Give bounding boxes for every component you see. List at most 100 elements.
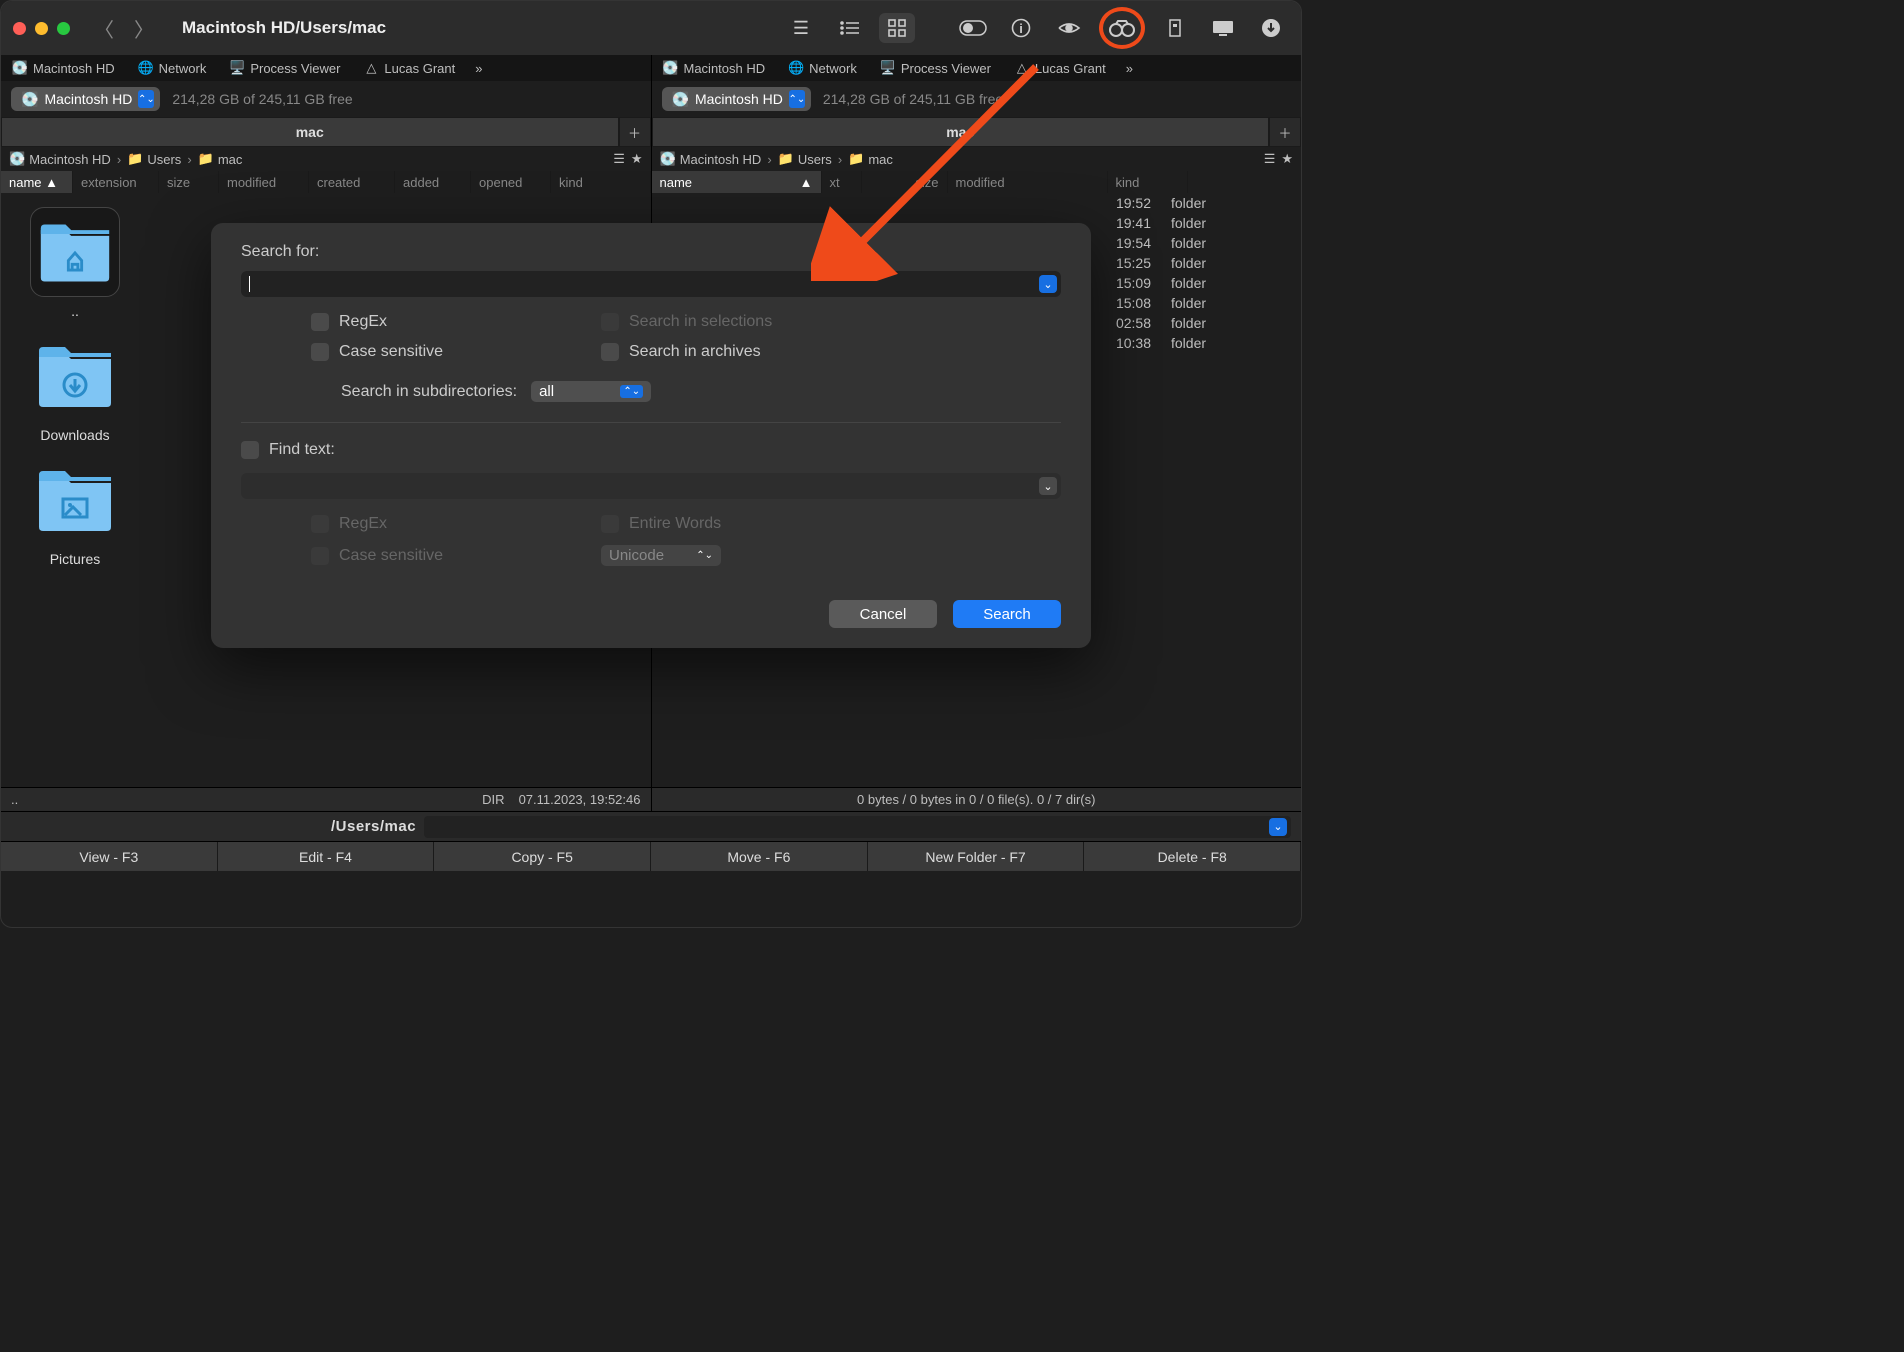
column-added[interactable]: added xyxy=(395,171,471,193)
breadcrumb-item[interactable]: 💽 Macintosh HD xyxy=(9,151,111,167)
regex-checkbox[interactable]: RegEx xyxy=(311,313,561,331)
find-text-input[interactable]: ⌄ xyxy=(241,473,1061,499)
case-sensitive-checkbox[interactable]: Case sensitive xyxy=(311,343,561,361)
table-row[interactable]: 19:52folder xyxy=(652,193,1302,213)
back-button[interactable]: 〈 xyxy=(94,14,114,43)
free-space-label: 214,28 GB of 245,11 GB free xyxy=(823,91,1003,107)
volume-selector[interactable]: 💽 Macintosh HD ⌃⌄ xyxy=(11,87,160,111)
close-window-button[interactable] xyxy=(13,22,26,35)
tab-macintosh-hd[interactable]: 💽 Macintosh HD xyxy=(1,55,127,81)
search-for-label: Search for: xyxy=(241,243,1061,261)
volume-selector[interactable]: 💽 Macintosh HD ⌃⌄ xyxy=(662,87,811,111)
search-selections-checkbox: Search in selections xyxy=(601,313,861,331)
path-input[interactable]: ⌄ xyxy=(424,816,1291,838)
forward-button[interactable]: 〉 xyxy=(134,14,154,43)
tabs-overflow-button[interactable]: » xyxy=(1118,61,1141,76)
case-sensitive-checkbox-2: Case sensitive xyxy=(311,545,561,566)
right-columns: name▲ xt size modified kind xyxy=(651,171,1302,193)
breadcrumb-item[interactable]: 📁 mac xyxy=(848,151,893,167)
column-created[interactable]: created xyxy=(309,171,395,193)
fkey-edit[interactable]: Edit - F4 xyxy=(218,842,435,871)
eye-icon[interactable] xyxy=(1051,13,1087,43)
column-kind[interactable]: kind xyxy=(1108,171,1188,193)
new-tab-button[interactable]: ＋ xyxy=(1269,117,1301,147)
entire-words-checkbox: Entire Words xyxy=(601,515,861,533)
chevron-down-icon[interactable]: ⌄ xyxy=(1269,818,1287,836)
star-icon[interactable]: ★ xyxy=(1281,151,1293,167)
right-tabs: 💽 Macintosh HD 🌐 Network 🖥️ Process View… xyxy=(651,55,1302,81)
status-left: .. DIR 07.11.2023, 19:52:46 xyxy=(1,788,651,811)
pictures-folder-icon xyxy=(30,455,120,545)
fkey-move[interactable]: Move - F6 xyxy=(651,842,868,871)
list-item[interactable]: Downloads xyxy=(15,331,135,443)
search-input[interactable]: ⌄ xyxy=(241,271,1061,297)
tab-process-viewer[interactable]: 🖥️ Process Viewer xyxy=(869,55,1003,81)
directory-header-button[interactable]: mac xyxy=(1,117,619,147)
list-view-icon[interactable] xyxy=(831,13,867,43)
traffic-lights xyxy=(13,22,70,35)
list-item[interactable]: .. xyxy=(15,207,135,319)
column-modified[interactable]: modified xyxy=(219,171,309,193)
hd-icon: 💽 xyxy=(13,61,27,75)
tab-process-viewer[interactable]: 🖥️ Process Viewer xyxy=(218,55,352,81)
search-binoculars-icon[interactable] xyxy=(1099,7,1145,49)
fkey-newfolder[interactable]: New Folder - F7 xyxy=(868,842,1085,871)
breadcrumb-item[interactable]: 💽 Macintosh HD xyxy=(660,151,762,167)
chevron-down-icon[interactable]: ⌄ xyxy=(1039,477,1057,495)
toggle-icon[interactable] xyxy=(955,13,991,43)
column-ext[interactable]: xt xyxy=(822,171,862,193)
archive-icon[interactable] xyxy=(1157,13,1193,43)
download-icon[interactable] xyxy=(1253,13,1289,43)
regex-checkbox-2: RegEx xyxy=(311,515,561,533)
tab-network[interactable]: 🌐 Network xyxy=(777,55,869,81)
column-opened[interactable]: opened xyxy=(471,171,551,193)
list-icon[interactable]: ☰ xyxy=(613,151,625,167)
tabs-overflow-button[interactable]: » xyxy=(467,61,490,76)
column-extension[interactable]: extension xyxy=(73,171,159,193)
process-icon: 🖥️ xyxy=(230,61,244,75)
cancel-button[interactable]: Cancel xyxy=(829,600,937,628)
breadcrumb-item[interactable]: 📁 Users xyxy=(127,151,181,167)
info-icon[interactable]: i xyxy=(1003,13,1039,43)
tab-lucas-grant[interactable]: △ Lucas Grant xyxy=(352,55,467,81)
tab-lucas-grant[interactable]: △ Lucas Grant xyxy=(1003,55,1118,81)
chevron-down-icon[interactable]: ⌄ xyxy=(1039,275,1057,293)
current-path-label: /Users/mac xyxy=(331,818,416,835)
new-tab-button[interactable]: ＋ xyxy=(619,117,651,147)
breadcrumb-item[interactable]: 📁 Users xyxy=(778,151,832,167)
list-icon[interactable]: ☰ xyxy=(1264,151,1276,167)
hd-icon: 💽 xyxy=(664,61,678,75)
maximize-window-button[interactable] xyxy=(57,22,70,35)
hamburger-icon[interactable]: ☰ xyxy=(783,13,819,43)
search-archives-checkbox[interactable]: Search in archives xyxy=(601,343,861,361)
monitor-icon[interactable] xyxy=(1205,13,1241,43)
minimize-window-button[interactable] xyxy=(35,22,48,35)
column-kind[interactable]: kind xyxy=(551,171,651,193)
breadcrumb-item[interactable]: 📁 mac xyxy=(198,151,243,167)
column-name[interactable]: name▲ xyxy=(652,171,822,193)
find-text-checkbox[interactable]: Find text: xyxy=(241,441,1061,459)
network-icon: 🌐 xyxy=(789,61,803,75)
column-name[interactable]: name ▲ xyxy=(1,171,73,193)
breadcrumb: 💽 Macintosh HD › 📁 Users › 📁 mac ☰ ★ xyxy=(1,147,651,171)
column-size[interactable]: size xyxy=(159,171,219,193)
star-icon[interactable]: ★ xyxy=(631,151,643,167)
toolbar: 〈 〉 Macintosh HD/Users/mac ☰ i xyxy=(1,1,1301,55)
home-folder-icon xyxy=(30,207,120,297)
search-dialog: Search for: ⌄ RegEx Search in selections… xyxy=(211,223,1091,648)
column-size[interactable]: size xyxy=(862,171,948,193)
chevron-updown-icon: ⌃⌄ xyxy=(138,90,154,108)
tab-network[interactable]: 🌐 Network xyxy=(127,55,219,81)
tab-macintosh-hd[interactable]: 💽 Macintosh HD xyxy=(652,55,778,81)
list-item[interactable]: Pictures xyxy=(15,455,135,567)
grid-view-icon[interactable] xyxy=(879,13,915,43)
fkey-copy[interactable]: Copy - F5 xyxy=(434,842,651,871)
gdrive-icon: △ xyxy=(1015,61,1029,75)
column-modified[interactable]: modified xyxy=(948,171,1108,193)
subdir-select[interactable]: all ⌃⌄ xyxy=(531,381,651,402)
fkey-view[interactable]: View - F3 xyxy=(1,842,218,871)
directory-header-button[interactable]: mac xyxy=(652,117,1270,147)
fkey-delete[interactable]: Delete - F8 xyxy=(1084,842,1301,871)
search-button[interactable]: Search xyxy=(953,600,1061,628)
breadcrumb: 💽 Macintosh HD › 📁 Users › 📁 mac ☰ ★ xyxy=(651,147,1302,171)
